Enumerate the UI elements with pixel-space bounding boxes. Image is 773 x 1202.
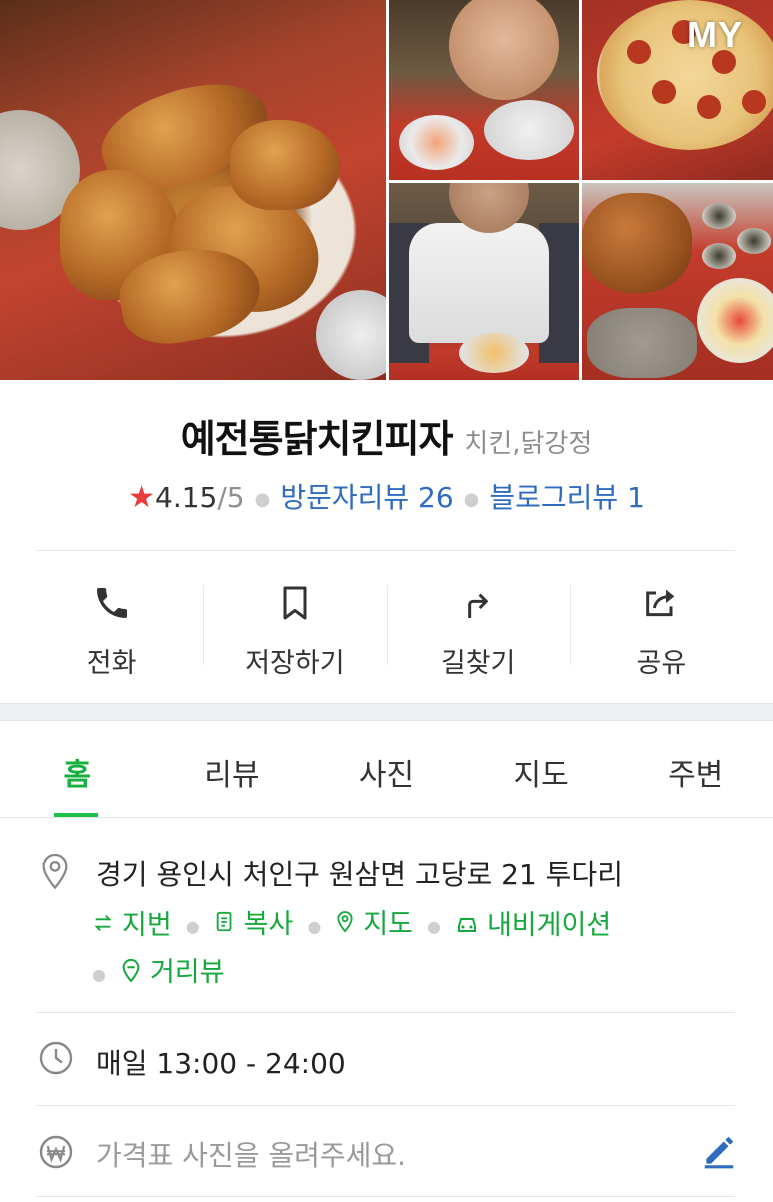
map-pin-icon bbox=[337, 910, 353, 933]
share-icon bbox=[646, 589, 675, 617]
save-button[interactable]: 저장하기 bbox=[203, 565, 386, 685]
tab-bar: 홈 리뷰 사진 지도 주변 bbox=[0, 722, 773, 818]
car-icon bbox=[457, 917, 476, 932]
rating-score: 4.15 bbox=[155, 481, 218, 514]
visitor-reviews-link[interactable]: 방문자리뷰 26 bbox=[280, 481, 453, 514]
photo-thumbnail-3[interactable] bbox=[389, 183, 579, 380]
rating-row: ★4.15/5 ● 방문자리뷰 26 ● 블로그리뷰 1 bbox=[128, 480, 645, 515]
place-category: 치킨,닭강정 bbox=[464, 429, 593, 459]
star-icon: ★ bbox=[128, 480, 155, 515]
jibun-link[interactable]: 지번 bbox=[92, 903, 172, 942]
share-label: 공유 bbox=[636, 648, 687, 679]
map-link[interactable]: 지도 bbox=[335, 902, 413, 941]
bookmark-icon bbox=[283, 586, 307, 620]
business-hours: 매일 13:00 - 24:00 bbox=[96, 1047, 346, 1080]
directions-icon bbox=[468, 593, 488, 618]
directions-label: 길찾기 bbox=[440, 648, 516, 679]
tab-map[interactable]: 지도 bbox=[464, 722, 619, 817]
tab-home[interactable]: 홈 bbox=[0, 722, 155, 817]
street-view-link[interactable]: 거리뷰 bbox=[120, 950, 225, 989]
navigation-link[interactable]: 내비게이션 bbox=[455, 903, 611, 942]
address-text: 경기 용인시 처인구 원삼면 고당로 21 투다리 bbox=[96, 858, 623, 891]
section-gap bbox=[0, 703, 773, 721]
my-button[interactable]: MY bbox=[687, 14, 743, 56]
street-view-icon bbox=[122, 958, 140, 982]
place-name: 예전통닭치킨피자 bbox=[180, 417, 454, 461]
photo-thumbnail-2[interactable] bbox=[582, 0, 773, 180]
edit-pencil-icon[interactable] bbox=[700, 1132, 738, 1170]
call-label: 전화 bbox=[86, 648, 137, 679]
divider bbox=[37, 1012, 735, 1013]
swap-arrows-icon bbox=[94, 914, 112, 931]
copy-icon bbox=[216, 911, 232, 931]
action-bar: 전화 저장하기 길찾기 공유 bbox=[20, 565, 753, 685]
divider bbox=[37, 1105, 735, 1106]
price-placeholder: 가격표 사진을 올려주세요. bbox=[96, 1139, 407, 1172]
clock-icon bbox=[39, 1041, 73, 1075]
share-button[interactable]: 공유 bbox=[569, 565, 753, 685]
photo-thumbnail-4[interactable] bbox=[582, 183, 773, 380]
copy-link[interactable]: 복사 bbox=[214, 902, 293, 941]
rating-max: /5 bbox=[217, 481, 245, 514]
address-actions-2: ● 거리뷰 bbox=[92, 950, 225, 989]
phone-icon bbox=[96, 588, 127, 618]
location-pin-icon bbox=[42, 853, 68, 890]
address-actions: 지번 ● 복사 ● 지도 ● 내비게이션 bbox=[92, 902, 611, 942]
photo-thumbnail-1[interactable] bbox=[389, 0, 579, 180]
directions-button[interactable]: 길찾기 bbox=[386, 565, 570, 685]
divider bbox=[37, 1196, 735, 1197]
tab-nearby[interactable]: 주변 bbox=[618, 722, 773, 817]
divider bbox=[37, 550, 735, 551]
main-photo-fried-chicken[interactable] bbox=[0, 0, 386, 380]
won-icon bbox=[39, 1135, 73, 1169]
save-label: 저장하기 bbox=[245, 648, 345, 679]
call-button[interactable]: 전화 bbox=[20, 565, 203, 685]
blog-reviews-link[interactable]: 블로그리뷰 1 bbox=[489, 481, 645, 514]
tab-reviews[interactable]: 리뷰 bbox=[155, 722, 310, 817]
tab-photos[interactable]: 사진 bbox=[309, 722, 464, 817]
place-title-row: 예전통닭치킨피자 치킨,닭강정 bbox=[0, 408, 773, 463]
photo-gallery[interactable]: MY bbox=[0, 0, 773, 380]
